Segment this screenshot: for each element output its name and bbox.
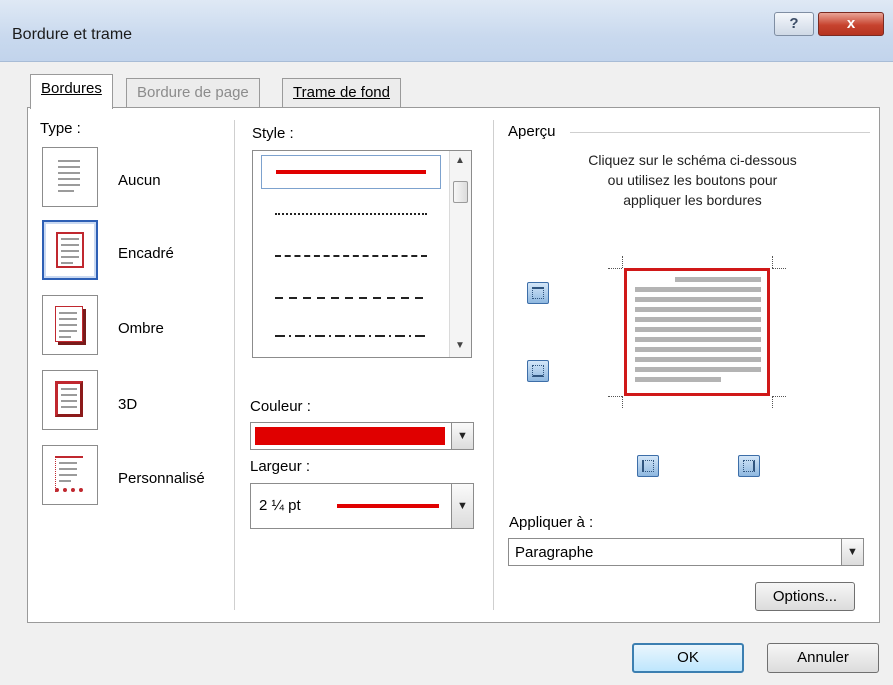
type-label: Type : xyxy=(40,120,81,137)
color-swatch xyxy=(255,427,445,445)
style-option-solid[interactable] xyxy=(261,155,441,189)
ok-button[interactable]: OK xyxy=(632,643,744,673)
right-border-button[interactable] xyxy=(738,455,760,477)
custom-page-icon xyxy=(55,456,83,492)
preview-diagram[interactable] xyxy=(600,250,800,410)
apply-to-dropdown[interactable]: Paragraphe ▼ xyxy=(508,538,864,566)
preview-instruction-line-2: ou utilisez les boutons pour xyxy=(607,172,778,188)
scroll-thumb[interactable] xyxy=(453,181,468,203)
page-icon xyxy=(55,158,83,194)
style-scrollbar[interactable]: ▲ ▼ xyxy=(449,151,471,357)
type-3d-label: 3D xyxy=(118,396,138,413)
preview-label: Aperçu xyxy=(508,123,556,140)
width-line-sample xyxy=(337,504,439,508)
separator xyxy=(234,120,235,610)
apply-to-label: Appliquer à : xyxy=(509,514,594,531)
type-ombre-button[interactable] xyxy=(42,295,98,355)
type-encadre-button[interactable] xyxy=(42,220,98,280)
tab-trame-label: Trame de fond xyxy=(293,84,390,101)
preview-paragraph-box[interactable] xyxy=(624,268,770,396)
left-border-button[interactable] xyxy=(637,455,659,477)
style-list[interactable]: ▲ ▼ xyxy=(252,150,472,358)
type-3d-button[interactable] xyxy=(42,370,98,430)
cancel-button[interactable]: Annuler xyxy=(767,643,879,673)
type-aucun-label: Aucun xyxy=(118,172,161,189)
left-border-icon xyxy=(642,460,654,472)
top-border-icon xyxy=(532,287,544,299)
preview-instruction-line-3: appliquer les bordures xyxy=(623,192,762,208)
width-label: Largeur : xyxy=(250,458,311,475)
right-border-icon xyxy=(743,460,755,472)
tab-trame-de-fond[interactable]: Trame de fond xyxy=(282,78,401,108)
scroll-down-icon[interactable]: ▼ xyxy=(453,340,467,351)
top-border-button[interactable] xyxy=(527,282,549,304)
width-value: 2 ¼ pt xyxy=(259,497,301,514)
type-aucun-button[interactable] xyxy=(42,147,98,207)
tab-bordures-label: Bordures xyxy=(41,80,102,97)
style-label: Style : xyxy=(252,125,294,142)
close-button[interactable]: x xyxy=(818,12,884,36)
boxed-page-icon xyxy=(56,232,84,268)
tab-bordure-de-page[interactable]: Bordure de page xyxy=(126,78,260,108)
chevron-down-icon[interactable]: ▼ xyxy=(451,423,473,449)
window-title: Bordure et trame xyxy=(12,26,133,43)
color-label: Couleur : xyxy=(250,398,311,415)
type-ombre-label: Ombre xyxy=(118,320,164,337)
style-option-dotted[interactable] xyxy=(261,197,441,231)
type-personnalise-label: Personnalisé xyxy=(118,470,205,487)
style-option-dash-dot[interactable] xyxy=(261,321,441,355)
tab-bordures[interactable]: Bordures xyxy=(30,74,113,109)
solid-line-sample xyxy=(276,170,426,174)
chevron-down-icon[interactable]: ▼ xyxy=(451,484,473,528)
preview-instruction-line-1: Cliquez sur le schéma ci-dessous xyxy=(588,152,797,168)
shadow-page-icon xyxy=(55,306,83,342)
type-personnalise-button[interactable] xyxy=(42,445,98,505)
separator xyxy=(493,120,494,610)
title-bar xyxy=(0,0,893,62)
help-button[interactable]: ? xyxy=(774,12,814,36)
group-line xyxy=(570,132,870,133)
scroll-up-icon[interactable]: ▲ xyxy=(453,155,467,166)
type-encadre-label: Encadré xyxy=(118,245,174,262)
bottom-border-button[interactable] xyxy=(527,360,549,382)
options-button[interactable]: Options... xyxy=(755,582,855,611)
chevron-down-icon[interactable]: ▼ xyxy=(841,539,863,565)
3d-page-icon xyxy=(55,381,83,417)
bottom-border-icon xyxy=(532,365,544,377)
apply-to-value: Paragraphe xyxy=(515,544,594,561)
width-dropdown[interactable]: 2 ¼ pt ▼ xyxy=(250,483,474,529)
color-dropdown[interactable]: ▼ xyxy=(250,422,474,450)
style-option-dash[interactable] xyxy=(261,281,441,315)
style-option-small-dash[interactable] xyxy=(261,239,441,273)
